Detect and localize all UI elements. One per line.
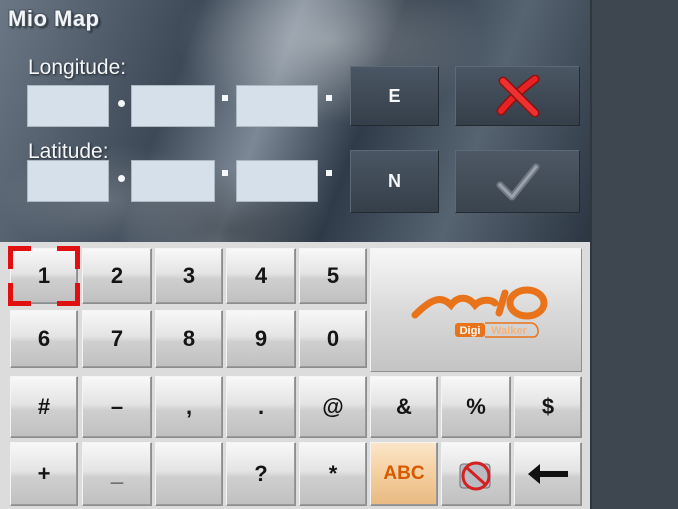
mio-map-screen: Mio Map Longitude: E Latitude: N 1 2 3 4… (0, 0, 590, 509)
key-0[interactable]: 0 (299, 310, 367, 368)
key-plus[interactable]: + (10, 442, 78, 506)
key-comma[interactable]: , (155, 376, 223, 438)
key-2[interactable]: 2 (82, 248, 152, 304)
app-title: Mio Map (8, 6, 100, 31)
key-6[interactable]: 6 (10, 310, 78, 368)
second-separator (326, 170, 332, 176)
longitude-degrees-field[interactable] (27, 85, 109, 127)
logo-brand-text: mio (474, 312, 476, 314)
logo-sub-left: Digi (460, 325, 481, 337)
logo-sub-right: Walker (491, 325, 527, 337)
key-dollar[interactable]: $ (514, 376, 582, 438)
key-7[interactable]: 7 (82, 310, 152, 368)
no-symbol-icon (459, 461, 491, 491)
key-symbol-toggle[interactable] (441, 442, 511, 506)
latitude-minutes-field[interactable] (131, 160, 215, 202)
longitude-label: Longitude: (28, 56, 127, 79)
key-backspace[interactable] (514, 442, 582, 506)
on-screen-keypad: 1 2 3 4 5 6 7 8 9 0 mio Digi Walker # – … (0, 242, 590, 509)
coordinate-entry-panel: Mio Map Longitude: E Latitude: N (0, 0, 590, 242)
degree-separator (118, 175, 125, 182)
key-hash[interactable]: # (10, 376, 78, 438)
second-separator (326, 95, 332, 101)
key-3[interactable]: 3 (155, 248, 223, 304)
key-period[interactable]: . (226, 376, 296, 438)
side-panel (590, 0, 678, 509)
minute-separator (222, 95, 228, 101)
longitude-minutes-field[interactable] (131, 85, 215, 127)
red-x-icon (496, 75, 539, 117)
key-1[interactable]: 1 (10, 248, 78, 304)
key-4[interactable]: 4 (226, 248, 296, 304)
backspace-arrow-icon (528, 464, 568, 484)
minute-separator (222, 170, 228, 176)
longitude-direction-button[interactable]: E (350, 66, 439, 126)
key-percent[interactable]: % (441, 376, 511, 438)
longitude-seconds-field[interactable] (236, 85, 318, 127)
key-question[interactable]: ? (226, 442, 296, 506)
key-at[interactable]: @ (299, 376, 367, 438)
degree-separator (118, 100, 125, 107)
mio-digiwalker-logo: mio Digi Walker (370, 248, 582, 372)
key-5[interactable]: 5 (299, 248, 367, 304)
key-space[interactable] (155, 442, 223, 506)
key-ampersand[interactable]: & (370, 376, 438, 438)
mio-logo-icon: mio Digi Walker (411, 286, 548, 338)
latitude-direction-button[interactable]: N (350, 150, 439, 213)
key-dash[interactable]: – (82, 376, 152, 438)
latitude-seconds-field[interactable] (236, 160, 318, 202)
checkmark-icon (496, 163, 539, 200)
cancel-button[interactable] (455, 66, 580, 126)
key-asterisk[interactable]: * (299, 442, 367, 506)
key-9[interactable]: 9 (226, 310, 296, 368)
confirm-button[interactable] (455, 150, 580, 213)
key-8[interactable]: 8 (155, 310, 223, 368)
latitude-degrees-field[interactable] (27, 160, 109, 202)
key-abc-mode[interactable]: ABC (370, 442, 438, 506)
key-underscore[interactable]: _ (82, 442, 152, 506)
